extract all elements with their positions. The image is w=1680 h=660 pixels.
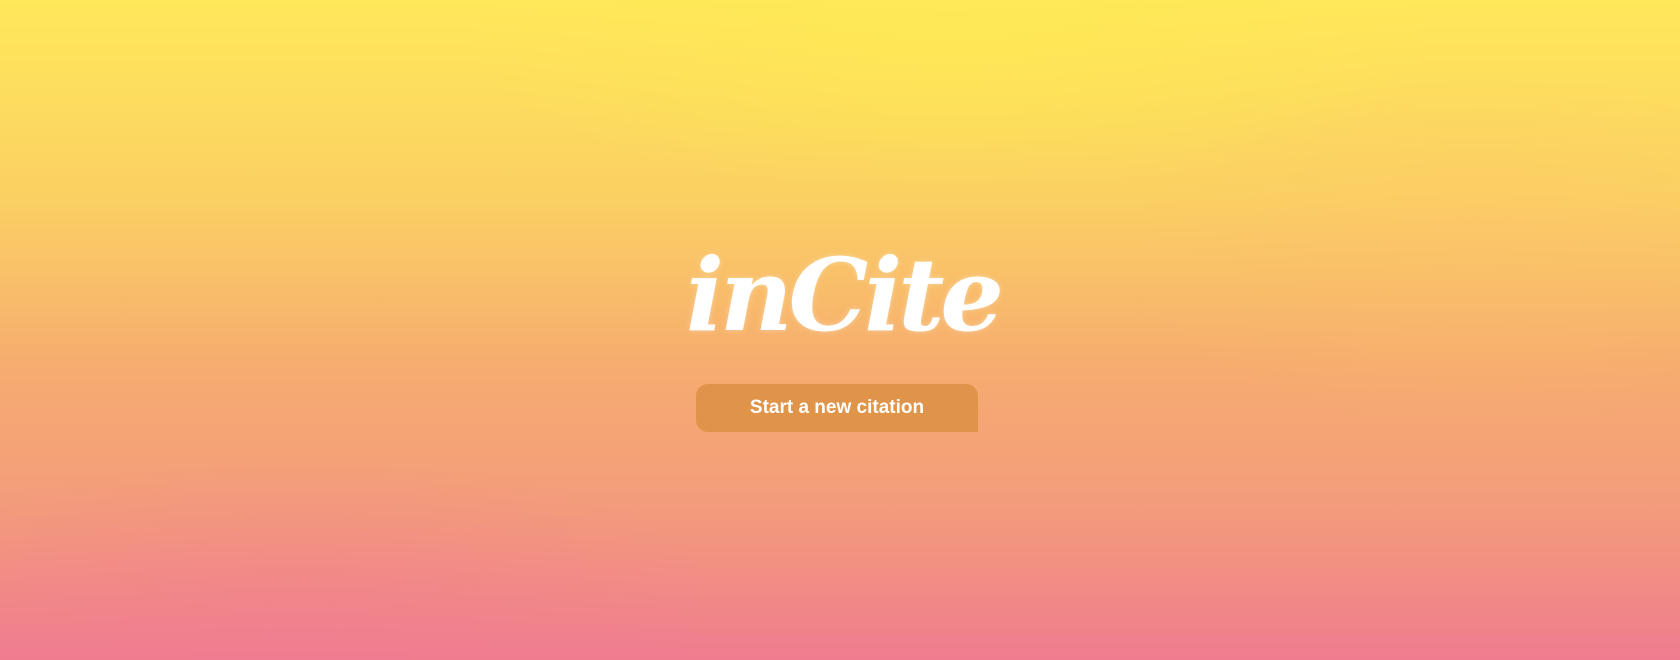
start-new-citation-button[interactable]: Start a new citation [696, 384, 978, 432]
logo-wordmark: inCite [685, 236, 1004, 354]
landing-hero: inCite Start a new citation [685, 236, 1004, 440]
app-logo: inCite [685, 236, 1004, 354]
